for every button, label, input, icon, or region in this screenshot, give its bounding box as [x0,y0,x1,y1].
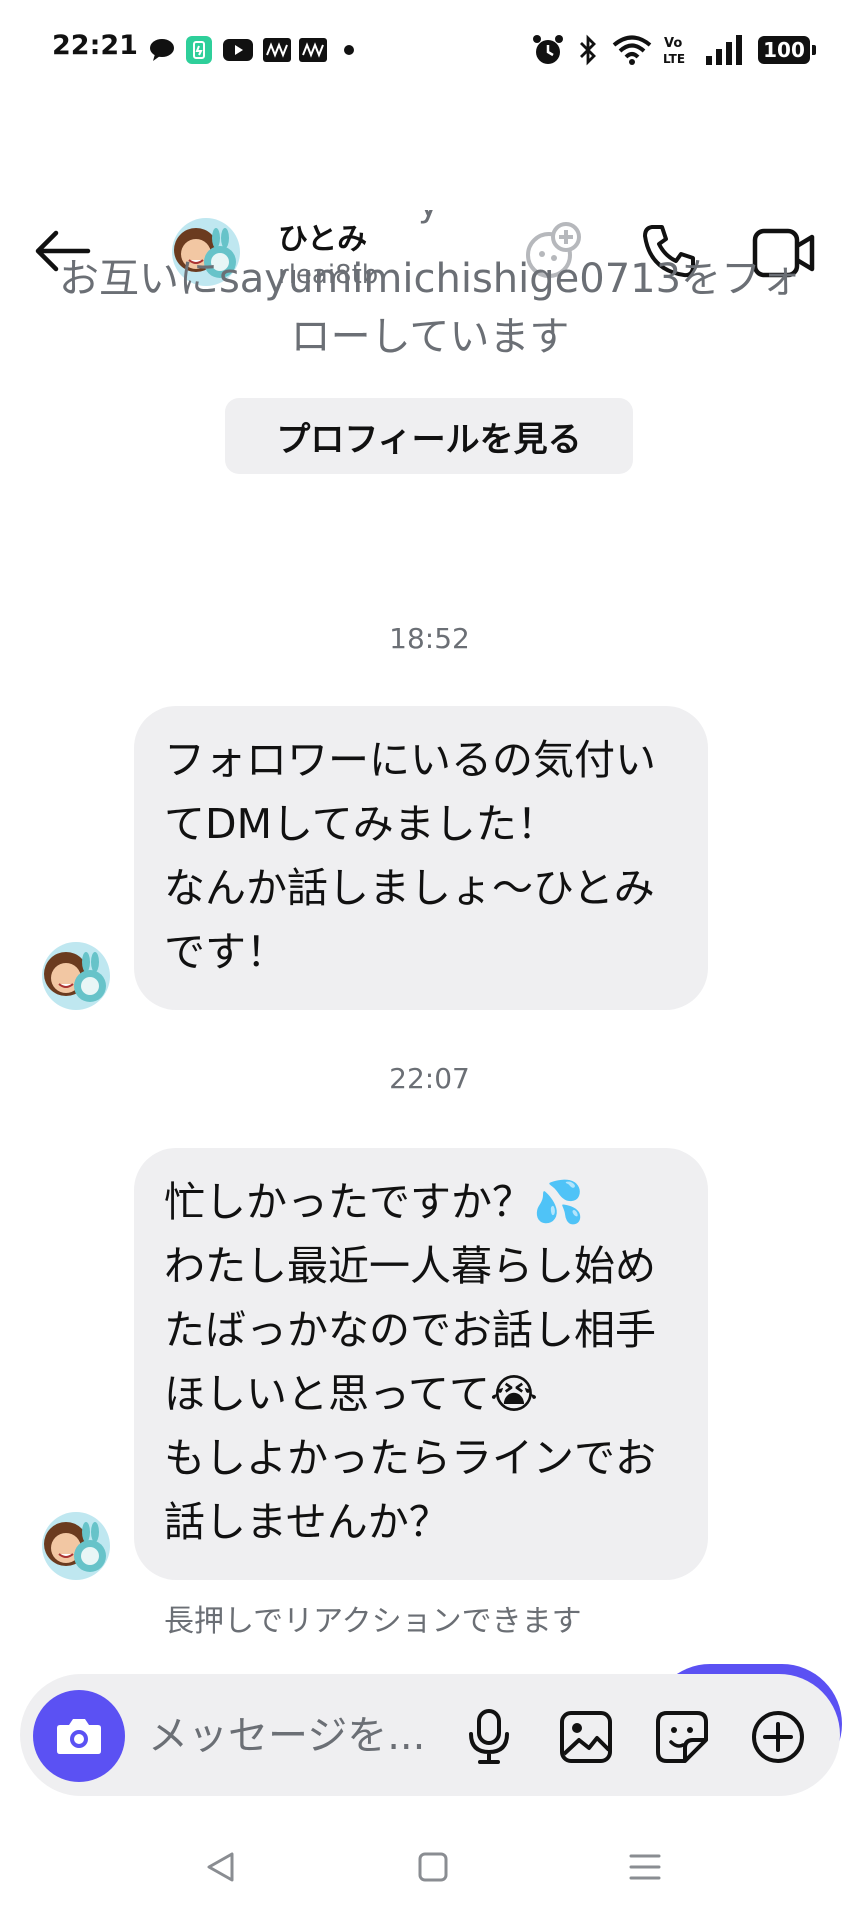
sender-avatar[interactable] [42,1512,110,1580]
app-icon [262,32,292,68]
camera-button[interactable] [33,1690,125,1782]
message-bubble[interactable]: 忙しかったですか？💦 わたし最近一人暮らし始め たばっかなのでお話し相手 ほしい… [134,1148,708,1580]
message-timestamp: 18:52 [389,622,470,655]
battery-saver-icon [184,32,214,68]
sticker-icon[interactable] [652,1707,712,1767]
wifi-icon [612,32,652,68]
app-icon [298,32,328,68]
message-timestamp: 22:07 [389,1062,470,1095]
svg-text:LTE: LTE [663,52,685,66]
add-icon[interactable] [748,1707,808,1767]
message-input[interactable] [146,1700,440,1772]
nav-home-icon[interactable] [408,1842,458,1892]
nav-back-icon[interactable] [196,1842,246,1892]
mutual-follow-info: お互いにsayumimichishige0713をフォ ローしています [40,250,820,366]
alarm-icon [530,32,566,68]
volte-icon: Vo LTE [662,32,692,68]
message-bubble[interactable]: フォロワーにいるの気付い てDMしてみました！ なんか話しましょ〜ひとみ です！ [134,706,708,1010]
view-profile-button[interactable]: プロフィールを見る [225,398,633,474]
mutual-follow-line: お互いにsayumimichishige0713をフォ [58,256,802,302]
reaction-hint: 長押しでリアクションできます [164,1604,582,1639]
scrolled-content-fragment: y [0,210,859,224]
image-icon[interactable] [556,1707,616,1767]
signal-icon [704,32,744,68]
nav-menu-icon[interactable] [620,1842,670,1892]
dot-icon [342,32,356,68]
mutual-follow-line: ローしています [290,314,570,360]
chat-header: ひとみ rleai8tb [0,100,859,290]
battery-icon: 100 [758,36,816,64]
status-bar: 22:21 Vo LTE 100 [0,0,859,100]
microphone-icon[interactable] [459,1707,519,1767]
chat-bubble-icon [148,32,176,68]
sender-avatar[interactable] [42,942,110,1010]
status-time: 22:21 [52,30,138,61]
camera-icon [57,1719,101,1754]
bluetooth-icon [576,32,600,68]
svg-text:Vo: Vo [664,36,682,51]
youtube-icon [222,32,254,68]
